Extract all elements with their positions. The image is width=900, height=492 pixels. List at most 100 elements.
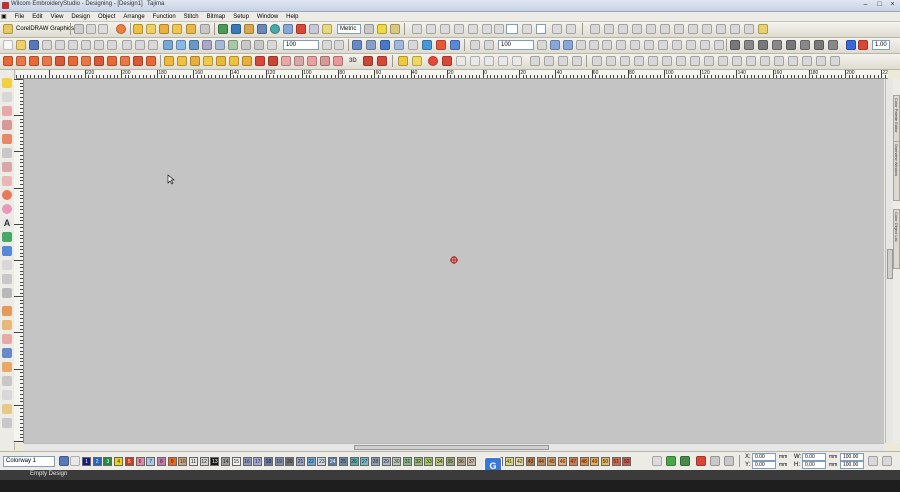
stitch-motif-icon[interactable] bbox=[107, 56, 117, 66]
align-bottom-icon[interactable] bbox=[468, 24, 478, 34]
color-swatch[interactable]: 25 bbox=[338, 457, 348, 466]
arrange-4-icon[interactable] bbox=[634, 56, 644, 66]
menu-arrange[interactable]: Arrange bbox=[120, 13, 147, 20]
color-swatch[interactable]: 4 bbox=[114, 457, 124, 466]
lettering-tool-icon[interactable]: A bbox=[2, 218, 12, 228]
intersect-icon[interactable] bbox=[758, 40, 768, 50]
3d-view-icon[interactable] bbox=[241, 40, 251, 50]
color-swatch[interactable]: 46 bbox=[558, 457, 568, 466]
color-swatch[interactable]: 11 bbox=[189, 457, 198, 466]
fraction-icon[interactable] bbox=[512, 56, 522, 66]
freehand-icon[interactable] bbox=[172, 24, 182, 34]
color-swatch[interactable]: 31 bbox=[403, 457, 412, 466]
add-color-icon[interactable] bbox=[666, 456, 676, 466]
color-picker-icon[interactable] bbox=[70, 456, 80, 466]
menu-view[interactable]: View bbox=[48, 13, 67, 20]
show-stitches-icon[interactable] bbox=[163, 40, 173, 50]
color-wheel-icon[interactable] bbox=[270, 24, 280, 34]
knife-tool-icon[interactable] bbox=[2, 120, 12, 130]
color-swatch[interactable]: 24 bbox=[328, 457, 338, 466]
ellipse-left-tool-icon[interactable] bbox=[2, 204, 12, 214]
lock-proportions-icon[interactable] bbox=[868, 456, 878, 466]
zoom-fit-icon[interactable] bbox=[334, 40, 344, 50]
trim-off-icon[interactable] bbox=[428, 56, 438, 66]
stop-icon[interactable] bbox=[716, 24, 726, 34]
zoom-in-icon[interactable] bbox=[550, 40, 560, 50]
mirror-vertical-icon[interactable] bbox=[566, 24, 576, 34]
manual-tool-icon[interactable] bbox=[2, 148, 12, 158]
arrange-7-icon[interactable] bbox=[676, 56, 686, 66]
arrange-13-icon[interactable] bbox=[760, 56, 770, 66]
show-icon[interactable] bbox=[686, 40, 696, 50]
docker-tab-color-object-list[interactable]: Color Object List bbox=[893, 209, 900, 269]
rotate-icon[interactable] bbox=[494, 24, 504, 34]
menu-bitmap[interactable]: Bitmap bbox=[204, 13, 229, 20]
color-swatch[interactable]: 5 bbox=[124, 457, 134, 466]
photo-flash-icon[interactable] bbox=[231, 24, 241, 34]
colorway-editor-icon[interactable] bbox=[846, 40, 856, 50]
arrange-18-icon[interactable] bbox=[830, 56, 840, 66]
show-grid-toggle-icon[interactable] bbox=[352, 40, 362, 50]
zoom-dropdown-2-icon[interactable] bbox=[537, 40, 547, 50]
hoop-layout-icon[interactable] bbox=[632, 24, 642, 34]
color-swatch[interactable]: 15 bbox=[231, 457, 241, 466]
color-swatch[interactable]: 28 bbox=[370, 457, 380, 466]
cut-edit-icon[interactable] bbox=[68, 40, 78, 50]
group-icon[interactable] bbox=[616, 40, 626, 50]
stamp-tool-icon[interactable] bbox=[2, 404, 12, 414]
ellipse-tool-icon[interactable] bbox=[116, 24, 126, 34]
duplicate-icon[interactable] bbox=[107, 40, 117, 50]
color-swatch[interactable]: 48 bbox=[579, 457, 589, 466]
design-canvas[interactable] bbox=[24, 79, 884, 443]
scale-width-field[interactable]: 100.00 bbox=[840, 453, 864, 461]
menu-setup[interactable]: Setup bbox=[230, 13, 252, 20]
color-swatch[interactable]: 50 bbox=[600, 457, 610, 466]
stitch-satin-icon[interactable] bbox=[16, 56, 26, 66]
menu-edit[interactable]: Edit bbox=[29, 13, 45, 20]
color-swatch[interactable]: 36 bbox=[456, 457, 466, 466]
color-swatch[interactable]: 1 bbox=[82, 457, 91, 466]
color-swatch[interactable]: 30 bbox=[392, 457, 402, 466]
color-swatch[interactable]: 34 bbox=[435, 457, 445, 466]
order-forward-icon[interactable] bbox=[700, 40, 710, 50]
monogram-icon[interactable] bbox=[200, 24, 210, 34]
sequins-tool-icon[interactable] bbox=[2, 348, 12, 358]
tie-icon[interactable] bbox=[688, 24, 698, 34]
menu-help[interactable]: Help bbox=[283, 13, 301, 20]
pattern-icon[interactable] bbox=[294, 56, 304, 66]
digitize-circle-icon[interactable] bbox=[159, 24, 169, 34]
outline-backstitch-icon[interactable] bbox=[190, 56, 200, 66]
show-functions-icon[interactable] bbox=[254, 40, 264, 50]
outline-motif-icon[interactable] bbox=[242, 56, 252, 66]
zoom-out-icon[interactable] bbox=[563, 40, 573, 50]
measure-icon[interactable] bbox=[364, 24, 374, 34]
pull-comp-icon[interactable] bbox=[412, 56, 422, 66]
menu-object[interactable]: Object bbox=[95, 13, 118, 20]
spacing-icon[interactable] bbox=[484, 56, 494, 66]
connectors-icon[interactable] bbox=[456, 56, 466, 66]
applique-icon[interactable] bbox=[218, 24, 228, 34]
shape-tool-left-icon[interactable] bbox=[2, 260, 12, 270]
color-swatch[interactable]: 14 bbox=[221, 457, 231, 466]
select-all-icon[interactable] bbox=[148, 40, 158, 50]
arrange-15-icon[interactable] bbox=[788, 56, 798, 66]
outline-triple-icon[interactable] bbox=[177, 56, 187, 66]
print-icon[interactable] bbox=[55, 40, 65, 50]
pan-icon[interactable] bbox=[589, 40, 599, 50]
menu-doc-icon[interactable]: ▣ bbox=[0, 12, 10, 20]
remove-overlap-icon[interactable] bbox=[828, 40, 838, 50]
align-center-icon[interactable] bbox=[426, 24, 436, 34]
color-swatch[interactable]: 51 bbox=[611, 457, 621, 466]
copy-icon[interactable] bbox=[81, 40, 91, 50]
zoom-box-icon[interactable] bbox=[576, 40, 586, 50]
color-blend-icon[interactable] bbox=[333, 56, 343, 66]
h-field[interactable]: 0.00 bbox=[802, 461, 826, 469]
stitch-sculpture-icon[interactable] bbox=[146, 56, 156, 66]
outline-stemstitch-icon[interactable] bbox=[203, 56, 213, 66]
trim-icon[interactable] bbox=[702, 24, 712, 34]
ungroup-icon[interactable] bbox=[630, 40, 640, 50]
effects-icon[interactable] bbox=[281, 56, 291, 66]
monogram-tool-icon[interactable] bbox=[2, 232, 12, 242]
hoop-next-icon[interactable] bbox=[646, 24, 656, 34]
stitch-raised-satin-icon[interactable] bbox=[42, 56, 52, 66]
